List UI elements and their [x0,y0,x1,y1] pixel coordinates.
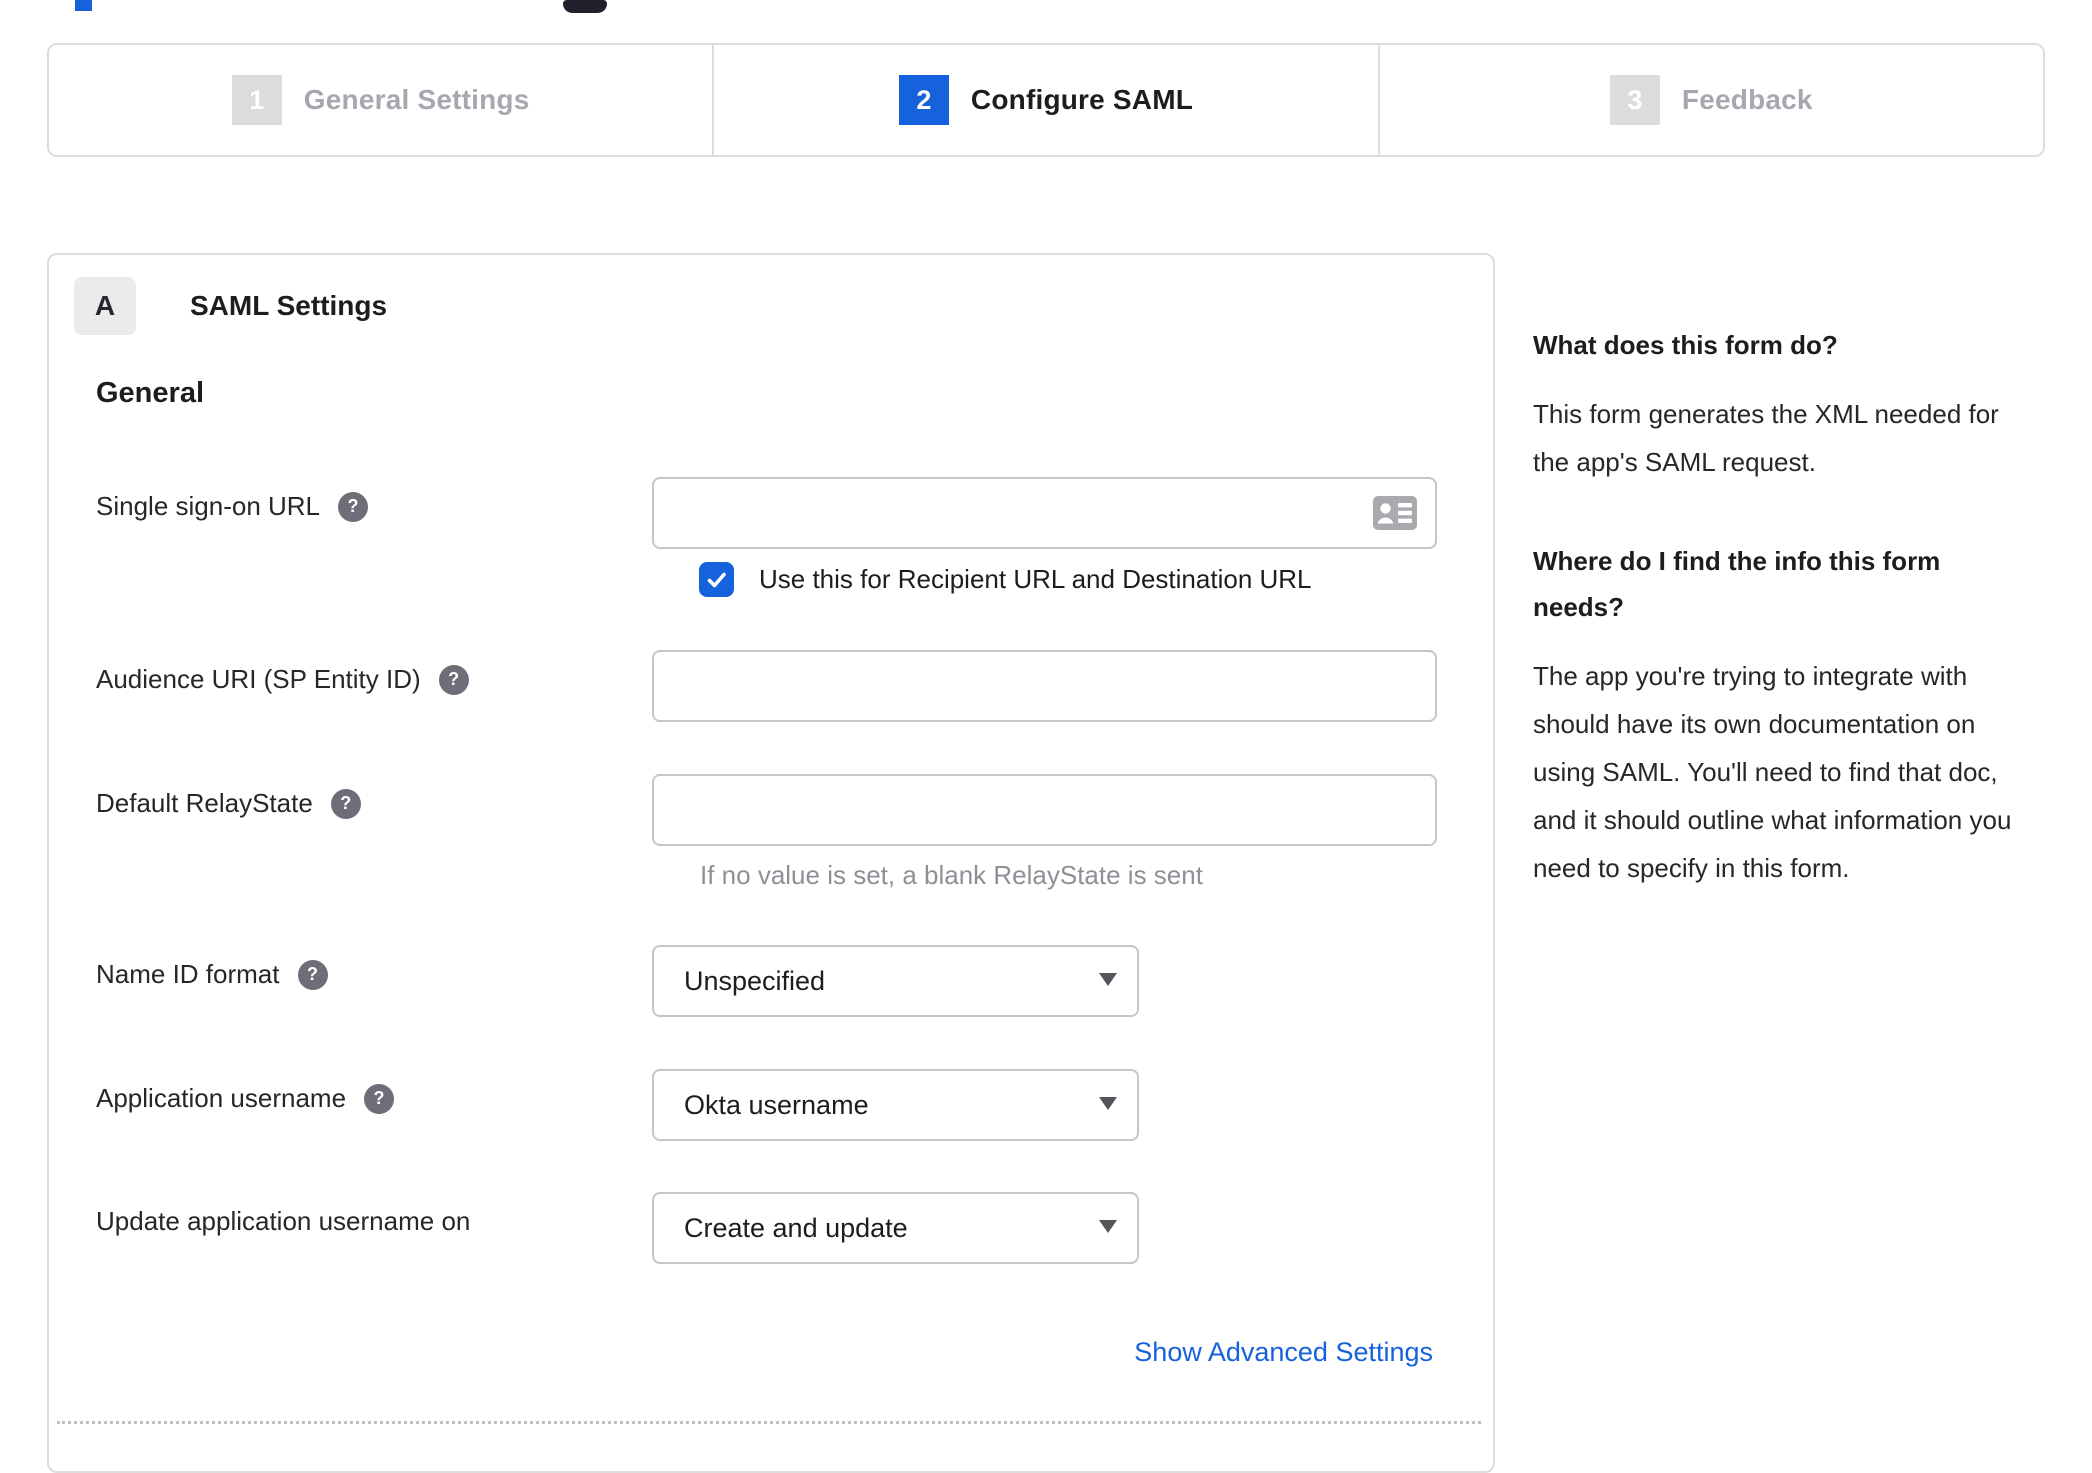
sso-url-input[interactable] [652,477,1437,549]
step-number-badge: 2 [898,75,949,125]
step-label: General Settings [303,84,530,115]
chevron-down-icon [1099,1220,1117,1233]
relaystate-hint: If no value is set, a blank RelayState i… [700,860,1203,890]
step-label: Configure SAML [970,84,1194,115]
application-username-select[interactable]: Okta username [652,1069,1139,1141]
check-icon [707,572,726,587]
help-answer-2: The app you're trying to integrate with … [1533,661,2012,883]
contact-card-icon[interactable] [1373,496,1417,530]
help-icon[interactable]: ? [330,788,361,819]
step-label: Feedback [1681,84,1813,115]
name-id-format-select[interactable]: Unspecified [652,945,1139,1017]
section-a-badge: A [74,277,136,335]
default-relaystate-input[interactable] [652,774,1437,846]
application-username-label: Application username ? [96,1083,395,1114]
section-title: SAML Settings [190,290,388,321]
update-application-username-select[interactable]: Create and update [652,1192,1139,1264]
step-general-settings[interactable]: 1 General Settings [49,45,712,155]
help-panel: What does this form do? This form genera… [1533,322,2038,892]
step-configure-saml[interactable]: 2 Configure SAML [712,45,1377,155]
help-question-1: What does this form do? [1533,330,1838,360]
show-advanced-settings-link[interactable]: Show Advanced Settings [1134,1337,1433,1368]
help-question-2: Where do I find the info this form needs… [1533,546,1941,622]
help-icon[interactable]: ? [297,959,328,990]
recipient-url-checkbox-label[interactable]: Use this for Recipient URL and Destinati… [759,564,1312,595]
help-answer-1: This form generates the XML needed for t… [1533,399,1999,477]
step-number-badge: 3 [1609,75,1660,125]
cutoff-dark-toggle-fragment [563,0,607,13]
chevron-down-icon [1099,973,1117,986]
general-group-heading: General [96,377,204,409]
selected-value: Unspecified [684,965,826,996]
wizard-stepper: 1 General Settings 2 Configure SAML 3 Fe… [47,43,2045,157]
help-icon[interactable]: ? [338,491,369,522]
selected-value: Create and update [684,1212,908,1243]
step-number-badge: 1 [231,75,282,125]
recipient-url-checkbox[interactable] [699,562,734,597]
name-id-format-label: Name ID format ? [96,959,328,990]
chevron-down-icon [1099,1097,1117,1110]
default-relaystate-label: Default RelayState ? [96,788,361,819]
section-divider-dashed [57,1421,1481,1424]
sso-url-label: Single sign-on URL ? [96,491,369,522]
selected-value: Okta username [684,1089,869,1120]
help-icon[interactable]: ? [364,1083,395,1114]
update-application-username-label: Update application username on [96,1206,471,1236]
audience-uri-label: Audience URI (SP Entity ID) ? [96,664,469,695]
audience-uri-input[interactable] [652,650,1437,722]
cutoff-blue-fragment [75,0,92,11]
step-feedback[interactable]: 3 Feedback [1377,45,2043,155]
recipient-url-checkbox-row: Use this for Recipient URL and Destinati… [699,562,1312,597]
help-icon[interactable]: ? [438,664,469,695]
saml-settings-panel: A SAML Settings General Single sign-on U… [47,253,1495,1473]
section-header: A SAML Settings [74,277,387,335]
